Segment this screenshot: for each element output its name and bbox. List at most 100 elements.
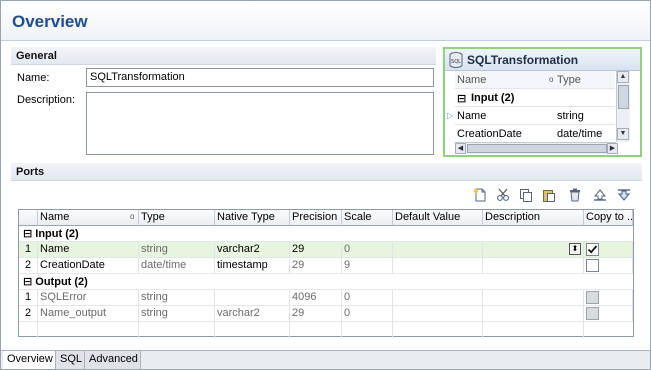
sort-icon: o <box>130 212 135 221</box>
preview-header: SQL SQLTransformation <box>445 49 640 71</box>
table-row[interactable]: 1 SQLError string 4096 0 <box>19 290 633 306</box>
editor-window: Overview General Name: SQLTransformation… <box>0 0 651 370</box>
scroll-thumb[interactable] <box>618 85 629 109</box>
table-row[interactable]: 2 Name_output string varchar2 29 0 <box>19 306 633 322</box>
port-default-value-cell[interactable] <box>393 242 483 258</box>
cut-icon[interactable] <box>494 186 512 204</box>
scroll-right-icon[interactable]: ▶ <box>607 143 618 154</box>
transformation-preview[interactable]: SQL SQLTransformation Name o Type ⊟ Inpu… <box>443 47 642 157</box>
column-header-scale[interactable]: Scale <box>342 210 393 226</box>
output-group-toggle[interactable]: ⊟ Output (2) <box>21 274 131 290</box>
copy-to-checkbox-disabled <box>586 307 599 320</box>
port-name-cell[interactable]: Name <box>38 242 139 258</box>
port-description-cell[interactable] <box>483 258 584 274</box>
empty-cell <box>139 322 215 338</box>
column-header-precision[interactable]: Precision <box>290 210 342 226</box>
input-group-row[interactable]: ⊟ Input (2) <box>19 226 633 242</box>
input-group-toggle[interactable]: ⊟ Input (2) <box>21 226 131 242</box>
scroll-down-icon[interactable]: ▼ <box>617 128 629 140</box>
port-description-cell[interactable]: ⬍ <box>483 242 584 258</box>
column-header-description[interactable]: Description <box>483 210 584 226</box>
scroll-up-icon[interactable]: ▲ <box>617 71 629 83</box>
column-header-copy-to[interactable]: Copy to ... <box>584 210 633 226</box>
port-default-value-cell[interactable] <box>393 258 483 274</box>
port-type-cell[interactable]: string <box>139 306 215 322</box>
column-header-type[interactable]: Type <box>139 210 215 226</box>
row-number-header <box>19 210 38 226</box>
preview-ports-table: Name o Type ⊟ Input (2) Name string Crea… <box>455 71 615 143</box>
port-name-cell[interactable]: CreationDate <box>38 258 139 274</box>
port-native-type-cell[interactable]: timestamp <box>215 258 290 274</box>
copy-to-checkbox[interactable] <box>586 259 599 272</box>
empty-cell <box>38 322 139 338</box>
delete-icon[interactable] <box>566 186 584 204</box>
input-group-label: Input (2) <box>35 228 79 240</box>
port-precision-cell[interactable]: 29 <box>290 306 342 322</box>
port-name-cell[interactable]: SQLError <box>38 290 139 306</box>
preview-port-row[interactable]: CreationDate date/time <box>455 125 615 143</box>
name-input[interactable]: SQLTransformation <box>86 68 434 87</box>
scroll-left-icon[interactable]: ◀ <box>455 143 466 154</box>
edit-icon[interactable]: ⬍ <box>569 243 581 255</box>
table-row[interactable]: 1 Name string varchar2 29 0 ⬍ <box>19 242 633 258</box>
port-type-cell[interactable]: string <box>139 290 215 306</box>
port-scale-cell[interactable]: 0 <box>342 242 393 258</box>
tab-sql[interactable]: SQL <box>56 351 85 369</box>
port-name-cell[interactable]: Name_output <box>38 306 139 322</box>
copy-to-cell[interactable] <box>584 242 633 258</box>
collapse-icon[interactable]: ⊟ <box>23 228 32 240</box>
ports-section-title: Ports <box>16 166 45 178</box>
row-number: 2 <box>19 258 38 274</box>
column-header-name[interactable]: Name o <box>38 210 139 226</box>
preview-sort-icon: o <box>549 75 554 84</box>
port-scale-cell[interactable]: 0 <box>342 306 393 322</box>
check-icon <box>587 245 598 254</box>
editor-tab-bar: Overview SQL Advanced <box>1 350 650 369</box>
port-type-cell[interactable]: date/time <box>139 258 215 274</box>
move-up-icon[interactable] <box>591 186 609 204</box>
preview-col-type: Type <box>557 74 581 86</box>
port-precision-cell[interactable]: 29 <box>290 242 342 258</box>
port-type-cell[interactable]: string <box>139 242 215 258</box>
column-header-default-value[interactable]: Default Value <box>393 210 483 226</box>
paste-icon[interactable] <box>540 186 558 204</box>
preview-port-type: date/time <box>557 128 603 140</box>
port-scale-cell[interactable]: 0 <box>342 290 393 306</box>
preview-port-row[interactable]: Name string <box>455 107 615 125</box>
tab-advanced[interactable]: Advanced <box>85 351 141 369</box>
table-row[interactable]: 2 CreationDate date/time timestamp 29 9 <box>19 258 633 274</box>
port-native-type-cell[interactable]: varchar2 <box>215 242 290 258</box>
port-precision-cell[interactable]: 4096 <box>290 290 342 306</box>
tab-overview[interactable]: Overview <box>3 351 56 369</box>
port-scale-cell[interactable]: 9 <box>342 258 393 274</box>
preview-group-row[interactable]: ⊟ Input (2) <box>455 89 615 107</box>
empty-row[interactable] <box>19 322 633 338</box>
port-default-value-cell[interactable] <box>393 306 483 322</box>
copy-to-checkbox-disabled <box>586 291 599 304</box>
preview-vertical-scrollbar[interactable]: ▲ ▼ <box>616 71 630 142</box>
collapse-icon[interactable]: ⊟ <box>23 276 32 288</box>
port-native-type-cell[interactable] <box>215 290 290 306</box>
output-group-row[interactable]: ⊟ Output (2) <box>19 274 633 290</box>
port-description-cell[interactable] <box>483 290 584 306</box>
hscroll-thumb[interactable] <box>467 144 607 153</box>
copy-to-cell <box>584 290 633 306</box>
port-native-type-cell[interactable]: varchar2 <box>215 306 290 322</box>
copy-icon[interactable] <box>517 186 535 204</box>
preview-horizontal-scrollbar[interactable]: ◀ ▶ <box>455 142 618 154</box>
port-description-cell[interactable] <box>483 306 584 322</box>
empty-cell <box>215 322 290 338</box>
row-number: 1 <box>19 242 38 258</box>
copy-to-checkbox[interactable] <box>586 243 599 256</box>
description-input[interactable] <box>86 92 434 155</box>
port-default-value-cell[interactable] <box>393 290 483 306</box>
column-header-native-type[interactable]: Native Type <box>215 210 290 226</box>
row-pointer-icon: ▷ <box>447 111 454 120</box>
sql-database-icon: SQL <box>449 52 463 68</box>
copy-to-cell[interactable] <box>584 258 633 274</box>
port-precision-cell[interactable]: 29 <box>290 258 342 274</box>
row-number: 1 <box>19 290 38 306</box>
collapse-icon[interactable]: ⊟ <box>457 92 466 105</box>
move-down-icon[interactable] <box>615 186 633 204</box>
new-port-icon[interactable] <box>471 186 489 204</box>
